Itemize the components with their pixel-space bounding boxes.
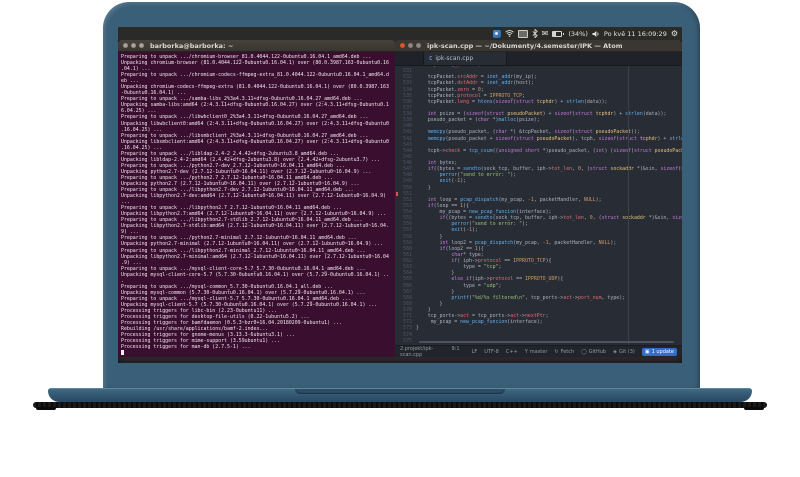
horizontal-scrollbar[interactable] — [419, 341, 674, 343]
laptop-bottom-edge — [33, 402, 767, 410]
atom-close-button[interactable] — [400, 43, 405, 48]
status-1-update[interactable]: ▣ 1 update — [641, 347, 677, 356]
status-fetch[interactable]: ↻ Fetch — [554, 349, 574, 355]
keyboard-icon[interactable] — [517, 29, 528, 38]
atom-minimize-button[interactable] — [408, 43, 413, 48]
laptop-mockup: ✉ (34%) Po kvě 11 16:09:29 ⚙ barborka@ba… — [0, 0, 800, 477]
status-c-[interactable]: C++ — [506, 349, 518, 355]
terminal-line: Preparing to unpack .../libwbclient0_2%3… — [121, 114, 369, 121]
status-github[interactable]: ◯ GitHub — [581, 349, 606, 355]
tab-label: ipk-scan.cpp — [435, 55, 474, 62]
top-panel: ✉ (34%) Po kvě 11 16:09:29 ⚙ — [118, 27, 682, 40]
github-icon: ◯ — [581, 348, 587, 355]
battery-icon[interactable] — [552, 29, 565, 38]
package-icon: ▣ — [644, 348, 650, 355]
terminal-output[interactable]: Preparing to unpack .../chromium-browser… — [118, 52, 395, 357]
battery-percent: (34%) — [568, 29, 588, 38]
input-method-icon[interactable] — [492, 29, 501, 38]
code-line: 542 memcpy(pseudo_packet + sizeof(struct… — [395, 136, 682, 142]
mail-icon[interactable]: ✉ — [542, 29, 549, 38]
terminal-line: Preparing to unpack .../mysql-client-cor… — [121, 265, 366, 272]
terminal-line: Unpacking python2.7-minimal (2.7.12-1ubu… — [121, 241, 384, 248]
status-right: LF UTF-8 C++ Ymaster ↻ Fetch ◯ GitHub ◈ Git (3) ▣ 1… — [472, 347, 677, 356]
terminal-line: Preparing to unpack .../chromium-codecs-… — [121, 72, 389, 79]
status-left-item[interactable]: 2.projekt/ipk-scan.cpp — [400, 346, 444, 358]
atom-window: ipk-scan.cpp — ~/Dokumenty/4.semester/IP… — [395, 40, 682, 358]
atom-titlebar[interactable]: ipk-scan.cpp — ~/Dokumenty/4.semester/IP… — [395, 40, 682, 52]
code-line: 544 tcph->check = tcp_csum((unsigned sho… — [395, 148, 682, 154]
status-left-item[interactable]: 9:1 — [452, 346, 460, 358]
terminal-line: Unpacking mysql-common (5.7.30-0ubuntu0.… — [121, 289, 366, 296]
terminal-line: Unpacking libldap-2.4-2:amd64 (2.4.42+df… — [121, 156, 381, 163]
code-editor[interactable]: 530 tcph->urg_ptr = 0;531532 tcpPacket.s… — [395, 66, 682, 345]
status-left: 2.projekt/ipk-scan.cpp 9:1 — [400, 346, 460, 358]
laptop-screen: ✉ (34%) Po kvě 11 16:09:29 ⚙ barborka@ba… — [118, 27, 682, 363]
tab-ipk-scan[interactable]: C ipk-scan.cpp — [423, 52, 507, 65]
bluetooth-icon[interactable] — [532, 29, 538, 38]
terminal-line: Unpacking libpython2.7-dev:amd64 (2.7.12… — [121, 193, 386, 200]
terminal-line: Unpacking libwbclient0:amd64 (2:4.3.11+d… — [121, 120, 389, 127]
status-bar: 2.projekt/ipk-scan.cpp 9:1 LF UTF-8 C++ Ymas… — [395, 345, 682, 358]
laptop-latch-notch — [295, 389, 505, 394]
terminal-titlebar[interactable]: barborka@barborka: ~ — [118, 40, 395, 52]
status-master[interactable]: Ymaster — [525, 349, 548, 355]
terminal-line: Unpacking libpython2.7-stdlib:amd64 (2.7… — [121, 223, 389, 230]
terminal-maximize-button[interactable] — [139, 43, 144, 48]
terminal-title: barborka@barborka: ~ — [150, 41, 234, 50]
branch-icon: Y — [524, 348, 528, 355]
atom-title: ipk-scan.cpp — ~/Dokumenty/4.semester/IP… — [427, 41, 623, 50]
tab-bar: C ipk-scan.cpp — [395, 52, 682, 66]
wrap-guide — [628, 66, 629, 345]
terminal-cursor — [121, 350, 124, 356]
panel-clock[interactable]: Po kvě 11 16:09:29 — [604, 30, 667, 38]
status-utf-8[interactable]: UTF-8 — [484, 349, 499, 355]
session-gear-icon[interactable]: ⚙ — [671, 29, 678, 38]
terminal-line: Unpacking libpython2.7-minimal:amd64 (2.… — [121, 253, 389, 260]
terminal-line: Unpacking mysql-client-core-5.7 (5.7.30-… — [121, 271, 389, 278]
git-icon: ◈ — [613, 348, 617, 355]
terminal-minimize-button[interactable] — [131, 43, 136, 48]
editor-lines: 530 tcph->urg_ptr = 0;531532 tcpPacket.s… — [395, 66, 682, 344]
status-git-3-[interactable]: ◈ Git (3) — [613, 349, 635, 355]
terminal-line: Unpacking samba-libs:amd64 (2:4.3.11+dfs… — [121, 102, 389, 109]
sync-icon: ↻ — [554, 348, 559, 355]
wifi-icon[interactable] — [504, 29, 514, 38]
volume-icon[interactable] — [592, 29, 600, 38]
terminal-line: Unpacking libsmbclient:amd64 (2:4.3.11+d… — [121, 138, 389, 145]
atom-maximize-button[interactable] — [416, 43, 421, 48]
line-number: 575 — [403, 337, 412, 344]
terminal-line: Preparing to unpack .../libsmbclient_2%3… — [121, 132, 369, 139]
terminal-close-button[interactable] — [123, 43, 128, 48]
c-file-icon: C — [429, 55, 433, 62]
status-lf[interactable]: LF — [472, 349, 478, 355]
terminal-line: Unpacking chromium-browser (81.0.4044.12… — [121, 60, 389, 67]
terminal-cursor-line — [121, 350, 395, 356]
terminal-line: Preparing to unpack .../libpython2.7-min… — [121, 247, 366, 254]
terminal-window: barborka@barborka: ~ Preparing to unpack… — [118, 40, 395, 357]
